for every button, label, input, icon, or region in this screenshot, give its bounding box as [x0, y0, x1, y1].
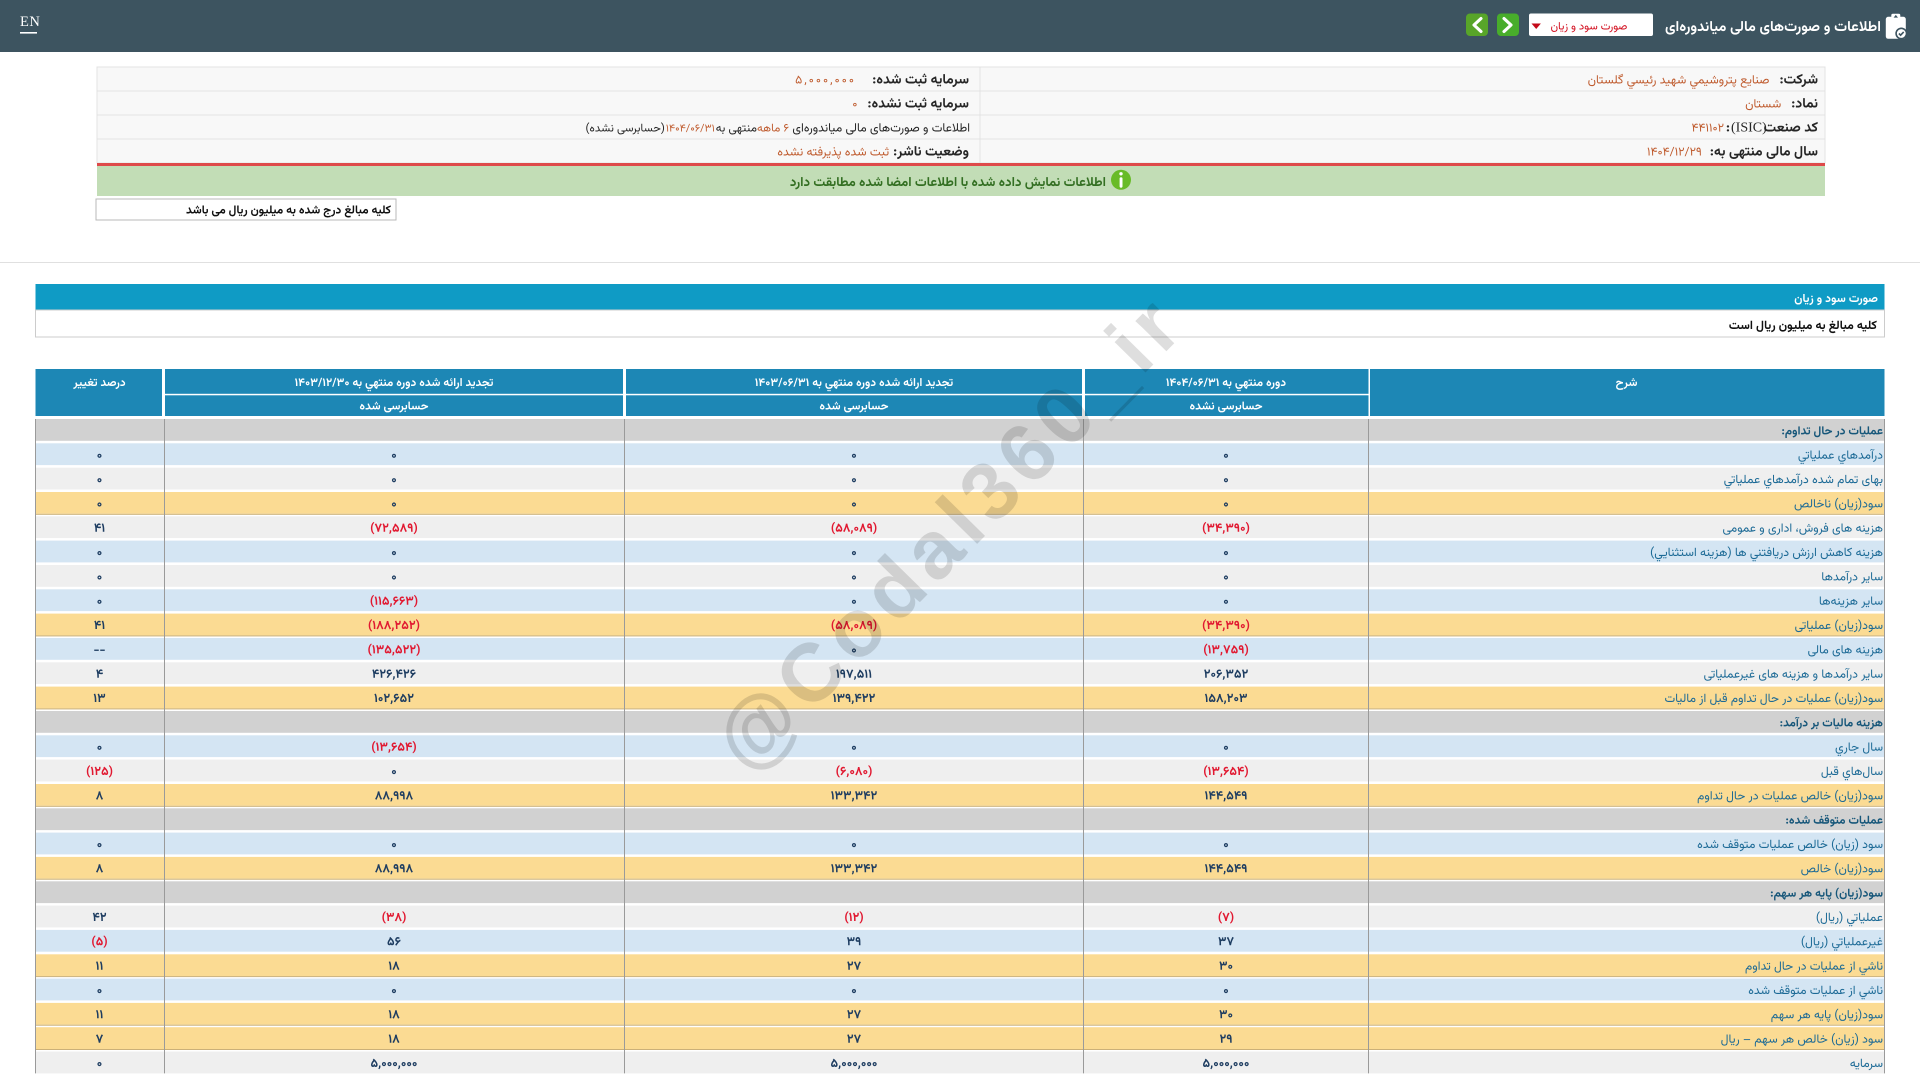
- svg-text:EN: EN: [20, 14, 40, 30]
- svg-text:(ISIC): (ISIC): [1731, 121, 1767, 136]
